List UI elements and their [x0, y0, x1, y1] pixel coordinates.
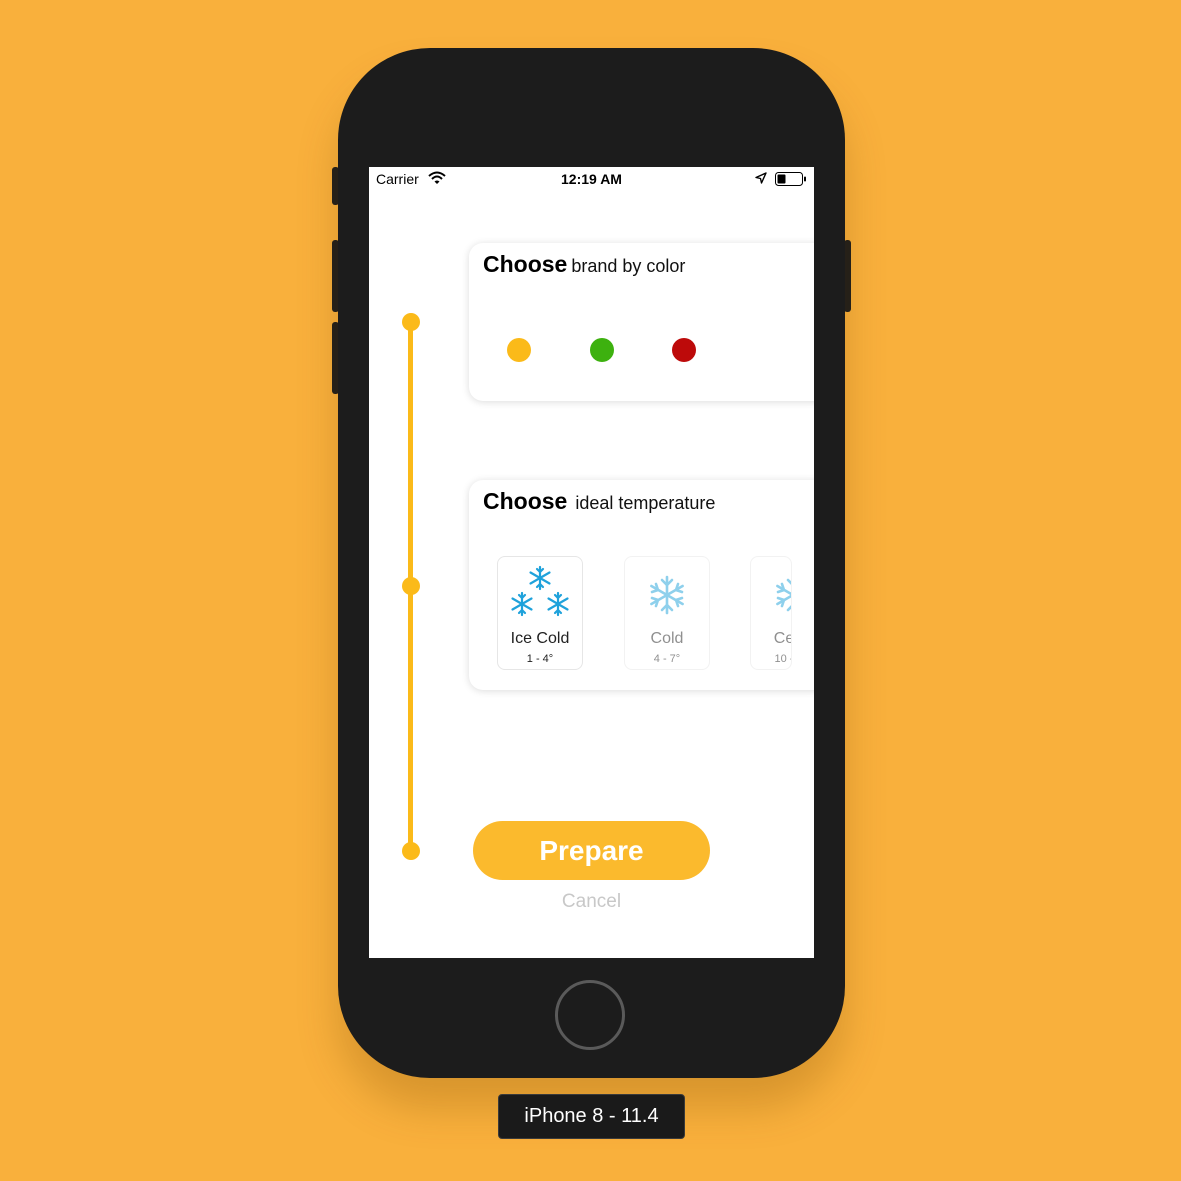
temperature-option-name: Ice Cold — [510, 630, 570, 647]
temperature-card: Choose ideal temperature Ice Cold 1 - 4°… — [469, 480, 814, 690]
progress-step-1-dot — [402, 313, 420, 331]
status-bar: Carrier 12:19 AM — [369, 167, 814, 191]
power-button — [844, 240, 851, 312]
prepare-button[interactable]: Prepare — [473, 821, 710, 880]
brand-color-card: Choose brand by color — [469, 243, 814, 401]
temperature-option-range: 4 - 7° — [653, 653, 681, 665]
brand-color-yellow[interactable] — [507, 338, 531, 362]
status-time: 12:19 AM — [561, 171, 622, 187]
simulator-device-label: iPhone 8 - 11.4 — [498, 1094, 685, 1139]
temperature-card-title-rest: ideal temperature — [575, 493, 716, 513]
brand-card-title-rest: brand by color — [571, 256, 686, 276]
temperature-option-ice-cold[interactable]: Ice Cold 1 - 4° — [497, 556, 583, 670]
temperature-option-range: 1 - 4° — [526, 653, 554, 665]
snowflake-icon — [650, 575, 684, 615]
brand-card-title: Choose brand by color — [483, 251, 685, 278]
brand-card-title-strong: Choose — [483, 251, 568, 277]
progress-step-3-dot — [402, 842, 420, 860]
temperature-option-cold[interactable]: Cold 4 - 7° — [624, 556, 710, 670]
home-button[interactable] — [555, 980, 625, 1050]
temperature-option-name: Cold — [650, 630, 684, 647]
temperature-card-title-strong: Choose — [483, 488, 568, 514]
cancel-button[interactable]: Cancel — [473, 891, 710, 913]
temperature-card-title: Choose ideal temperature — [483, 488, 715, 515]
brand-color-green[interactable] — [590, 338, 614, 362]
brand-color-red[interactable] — [672, 338, 696, 362]
temperature-option-name: Ce — [773, 630, 791, 647]
temperature-option-partial[interactable]: Ce 10 - — [750, 556, 792, 670]
temperature-option-range: 10 - — [774, 653, 792, 665]
app-screen: Carrier 12:19 AM Choosebrand by color C — [369, 167, 814, 958]
three-snowflakes-icon — [511, 565, 569, 617]
location-arrow-icon — [755, 172, 767, 184]
half-snowflake-icon — [776, 578, 791, 612]
progress-step-2-dot — [402, 577, 420, 595]
battery-icon — [775, 172, 806, 186]
